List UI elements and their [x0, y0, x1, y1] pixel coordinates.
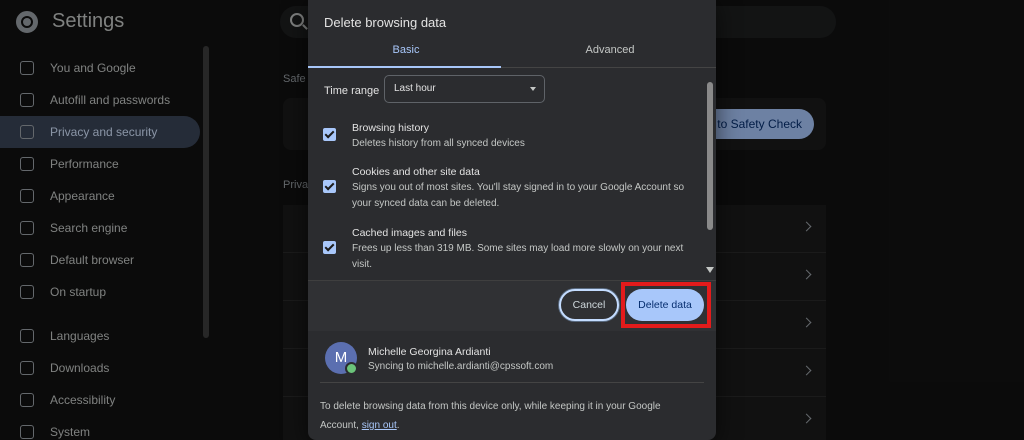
time-range-value: Last hour [394, 83, 436, 94]
chevron-right-icon [801, 365, 812, 376]
sidebar-item-search-engine[interactable]: Search engine [0, 212, 210, 244]
option-desc: Frees up less than 319 MB. Some sites ma… [352, 243, 684, 270]
dialog-body: Time range Last hour Browsing history De… [308, 68, 716, 280]
sidebar-item-downloads[interactable]: Downloads [0, 352, 210, 384]
option-title: Cookies and other site data [352, 166, 480, 178]
time-range-label: Time range [324, 85, 380, 97]
sidebar-item-languages[interactable]: Languages [0, 320, 210, 352]
settings-header: Settings [16, 10, 124, 33]
option-title: Browsing history [352, 122, 430, 134]
cookies-checkbox[interactable] [323, 180, 336, 193]
settings-title: Settings [52, 10, 125, 32]
sign-out-link[interactable]: sign out [362, 420, 397, 431]
palette-icon [20, 189, 34, 203]
sidebar-scrollbar[interactable] [203, 46, 209, 338]
sidebar-item-performance[interactable]: Performance [0, 148, 210, 180]
sidebar-item-default-browser[interactable]: Default browser [0, 244, 210, 276]
divider [320, 382, 704, 383]
download-icon [20, 361, 34, 375]
sidebar-item-appearance[interactable]: Appearance [0, 180, 210, 212]
accessibility-icon [20, 393, 34, 407]
sidebar-item-system[interactable]: System [0, 416, 210, 440]
option-title: Cached images and files [352, 227, 467, 239]
search-icon [290, 13, 304, 27]
google-icon [20, 61, 34, 75]
sidebar-item-on-startup[interactable]: On startup [0, 276, 210, 308]
dialog-scrollbar[interactable] [707, 82, 713, 230]
sidebar-item-accessibility[interactable]: Accessibility [0, 384, 210, 416]
delete-browsing-data-dialog: Delete browsing data Basic Advanced Time… [308, 0, 716, 440]
caret-down-icon [530, 87, 536, 91]
chevron-right-icon [801, 269, 812, 280]
wrench-icon [20, 425, 34, 439]
dialog-title: Delete browsing data [324, 15, 447, 30]
time-range-select[interactable]: Last hour [384, 75, 545, 103]
annotation-highlight-box [621, 282, 711, 328]
shield-icon [20, 125, 34, 139]
account-name: Michelle Georgina Ardianti [368, 346, 491, 358]
power-icon [20, 285, 34, 299]
translate-icon [20, 329, 34, 343]
sidebar-item-autofill[interactable]: Autofill and passwords [0, 84, 210, 116]
account-row: M Michelle Georgina Ardianti Syncing to … [308, 331, 716, 383]
browsing-history-checkbox[interactable] [323, 128, 336, 141]
sync-icon [345, 362, 358, 375]
settings-sidebar: You and Google Autofill and passwords Pr… [0, 52, 210, 440]
tab-advanced[interactable]: Advanced [512, 44, 708, 56]
cached-images-checkbox[interactable] [323, 241, 336, 254]
sidebar-item-you-and-google[interactable]: You and Google [0, 52, 210, 84]
safety-section-label: Safe [283, 73, 306, 85]
chevron-right-icon [801, 317, 812, 328]
chrome-logo-icon [16, 10, 38, 33]
option-desc: Deletes history from all synced devices [352, 138, 525, 149]
chevron-right-icon [801, 413, 812, 424]
chevron-right-icon [801, 221, 812, 232]
account-sync-status: Syncing to michelle.ardianti@cpssoft.com [368, 361, 554, 372]
search-icon [20, 221, 34, 235]
privacy-section-label: Priva [283, 179, 309, 191]
dialog-tabs: Basic Advanced [308, 38, 716, 68]
key-icon [20, 93, 34, 107]
option-desc: Signs you out of most sites. You'll stay… [352, 182, 685, 209]
cancel-button[interactable]: Cancel [559, 289, 619, 321]
dialog-actions: Cancel Delete data [308, 281, 716, 331]
speedometer-icon [20, 157, 34, 171]
sidebar-item-privacy[interactable]: Privacy and security [0, 116, 200, 148]
scroll-down-arrow-icon[interactable] [706, 267, 714, 273]
tab-basic[interactable]: Basic [308, 44, 504, 56]
browser-icon [20, 253, 34, 267]
sign-out-note: To delete browsing data from this device… [320, 401, 661, 431]
